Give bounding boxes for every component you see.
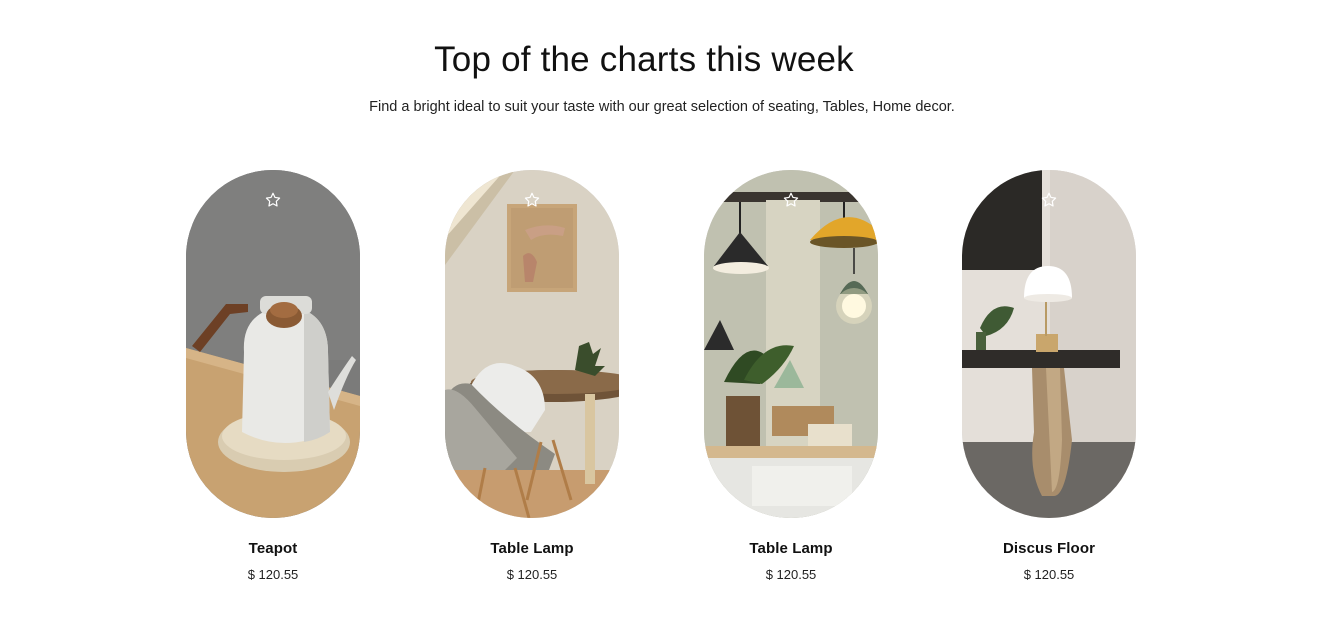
favorite-star-icon[interactable] <box>782 191 800 209</box>
product-name[interactable]: Table Lamp <box>445 540 619 557</box>
top-charts-section: Top of the charts this week Find a brigh… <box>0 0 1321 629</box>
favorite-star-icon[interactable] <box>523 191 541 209</box>
product-card-table-lamp-2[interactable]: Table Lamp $ 120.55 <box>704 170 878 582</box>
product-price: $ 120.55 <box>765 567 817 582</box>
product-price: $ 120.55 <box>506 567 558 582</box>
product-name[interactable]: Teapot <box>186 540 360 557</box>
product-card-table-lamp[interactable]: Table Lamp $ 120.55 <box>445 170 619 582</box>
discus-lamp-photo <box>962 170 1136 518</box>
product-price: $ 120.55 <box>1023 567 1075 582</box>
favorite-star-icon[interactable] <box>1040 191 1058 209</box>
product-image-discus[interactable] <box>962 170 1136 518</box>
dining-photo <box>445 170 619 518</box>
product-image-teapot[interactable] <box>186 170 360 518</box>
section-subtitle: Find a bright ideal to suit your taste w… <box>369 99 955 115</box>
product-card-discus-floor[interactable]: Discus Floor $ 120.55 <box>962 170 1136 582</box>
favorite-star-icon[interactable] <box>264 191 282 209</box>
product-image-dining[interactable] <box>445 170 619 518</box>
section-title: Top of the charts this week <box>434 40 854 79</box>
pendant-lamps-photo <box>704 170 878 518</box>
product-list: Teapot $ 120.55 Table Lamp $ 120.55 Tabl… <box>185 170 1145 600</box>
teapot-photo <box>186 170 360 518</box>
product-price: $ 120.55 <box>247 567 299 582</box>
product-name[interactable]: Discus Floor <box>962 540 1136 557</box>
product-image-pendant-lamps[interactable] <box>704 170 878 518</box>
product-name[interactable]: Table Lamp <box>704 540 878 557</box>
product-card-teapot[interactable]: Teapot $ 120.55 <box>186 170 360 582</box>
